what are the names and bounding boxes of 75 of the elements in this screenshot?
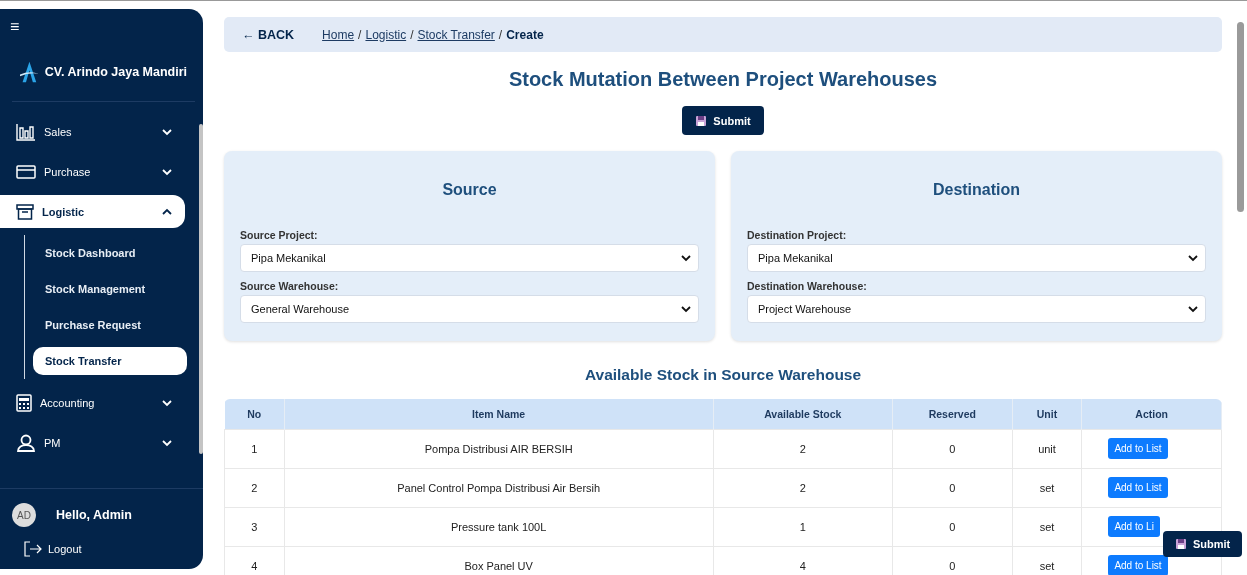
scrollbar[interactable] bbox=[199, 124, 203, 454]
column-header: Available Stock bbox=[713, 399, 893, 429]
table-cell: unit bbox=[1012, 429, 1082, 468]
page-title: Stock Mutation Between Project Warehouses bbox=[507, 68, 939, 91]
table-cell: Panel Control Pompa Distribusi Air Bersih bbox=[284, 468, 714, 507]
table-cell: Pressure tank 100L bbox=[284, 507, 714, 546]
chevron-down-icon bbox=[680, 303, 692, 315]
chevron-down-icon bbox=[1187, 303, 1199, 315]
column-header: Unit bbox=[1012, 399, 1082, 429]
archive-box-icon bbox=[16, 203, 34, 220]
submenu-item[interactable]: Stock Management bbox=[33, 275, 187, 303]
add-to-list-button[interactable]: Add to List bbox=[1108, 477, 1168, 498]
logo-icon bbox=[20, 59, 39, 85]
card-icon bbox=[16, 163, 36, 180]
select-field[interactable]: Pipa Mekanikal bbox=[240, 244, 699, 272]
chevron-down-icon bbox=[1187, 252, 1199, 264]
table-cell: 4 bbox=[224, 546, 285, 575]
table-cell: 0 bbox=[892, 507, 1013, 546]
sidebar-item[interactable]: Sales bbox=[0, 115, 185, 148]
table-title: Available Stock in Source Warehouse bbox=[583, 366, 863, 384]
scrollbar[interactable] bbox=[1237, 22, 1244, 212]
calculator-icon bbox=[16, 393, 32, 412]
chevron-down-icon bbox=[680, 252, 692, 264]
panel-title: Destination bbox=[931, 181, 1022, 199]
select-field[interactable]: General Warehouse bbox=[240, 295, 699, 323]
add-to-list-button[interactable]: Add to List bbox=[1108, 555, 1168, 575]
table-cell: set bbox=[1012, 507, 1082, 546]
breadcrumb-separator: / bbox=[498, 27, 503, 42]
breadcrumb-separator: / bbox=[410, 27, 414, 42]
user-icon bbox=[16, 433, 36, 452]
sidebar-item[interactable]: Logistic bbox=[0, 195, 185, 228]
submenu-item[interactable]: Stock Dashboard bbox=[33, 239, 187, 267]
field-label: Source Warehouse: bbox=[240, 280, 340, 292]
table-cell: 2 bbox=[713, 468, 893, 507]
table-cell: 3 bbox=[224, 507, 285, 546]
column-header: No bbox=[224, 399, 285, 429]
submit-button[interactable]: Submit bbox=[682, 106, 764, 135]
menu-icon[interactable]: ≡ bbox=[0, 19, 203, 35]
add-to-list-button[interactable]: Add to List bbox=[1108, 438, 1168, 459]
column-header: Action bbox=[1081, 399, 1222, 429]
table-cell: set bbox=[1012, 468, 1082, 507]
submenu-item[interactable]: Purchase Request bbox=[33, 311, 187, 339]
select-field[interactable]: Project Warehouse bbox=[747, 295, 1206, 323]
back-button[interactable]: ← BACK bbox=[242, 27, 295, 42]
user-avatar: AD bbox=[12, 503, 36, 527]
brand-name: CV. Arindo Jaya Mandiri bbox=[44, 65, 187, 79]
select-field[interactable]: Pipa Mekanikal bbox=[747, 244, 1206, 272]
sidebar-item[interactable]: Accounting bbox=[0, 386, 185, 419]
column-header: Reserved bbox=[892, 399, 1013, 429]
logout-button[interactable]: Logout bbox=[12, 541, 82, 557]
sidebar-item[interactable]: Purchase bbox=[0, 155, 185, 188]
table-cell: Pompa Distribusi AIR BERSIH bbox=[284, 429, 714, 468]
floating-submit-button[interactable]: Submit bbox=[1163, 531, 1243, 557]
logout-icon bbox=[24, 541, 42, 557]
user-greeting: Hello, Admin bbox=[56, 508, 132, 522]
field-label: Source Project: bbox=[240, 229, 319, 241]
breadcrumb-link[interactable]: Logistic bbox=[365, 27, 407, 42]
breadcrumb-link[interactable]: Stock Transfer bbox=[417, 27, 495, 42]
table-cell: 1 bbox=[713, 507, 893, 546]
submenu-item[interactable]: Stock Transfer bbox=[33, 347, 187, 375]
table-cell: 0 bbox=[892, 468, 1013, 507]
field-label: Destination Project: bbox=[747, 229, 848, 241]
add-to-list-button[interactable]: Add to Li bbox=[1108, 516, 1160, 537]
panel-title: Source bbox=[441, 181, 498, 199]
current-page-label: Create bbox=[506, 27, 544, 42]
field-label: Destination Warehouse: bbox=[747, 280, 868, 292]
table-cell: 0 bbox=[892, 429, 1013, 468]
table-cell: 1 bbox=[224, 429, 285, 468]
table-cell: 2 bbox=[713, 429, 893, 468]
bar-chart-icon bbox=[16, 122, 36, 141]
table-cell: 2 bbox=[224, 468, 285, 507]
sidebar-item[interactable]: PM bbox=[0, 426, 185, 459]
column-header: Item Name bbox=[284, 399, 714, 429]
breadcrumb-separator: / bbox=[358, 27, 362, 42]
breadcrumb-link[interactable]: Home bbox=[322, 27, 355, 42]
